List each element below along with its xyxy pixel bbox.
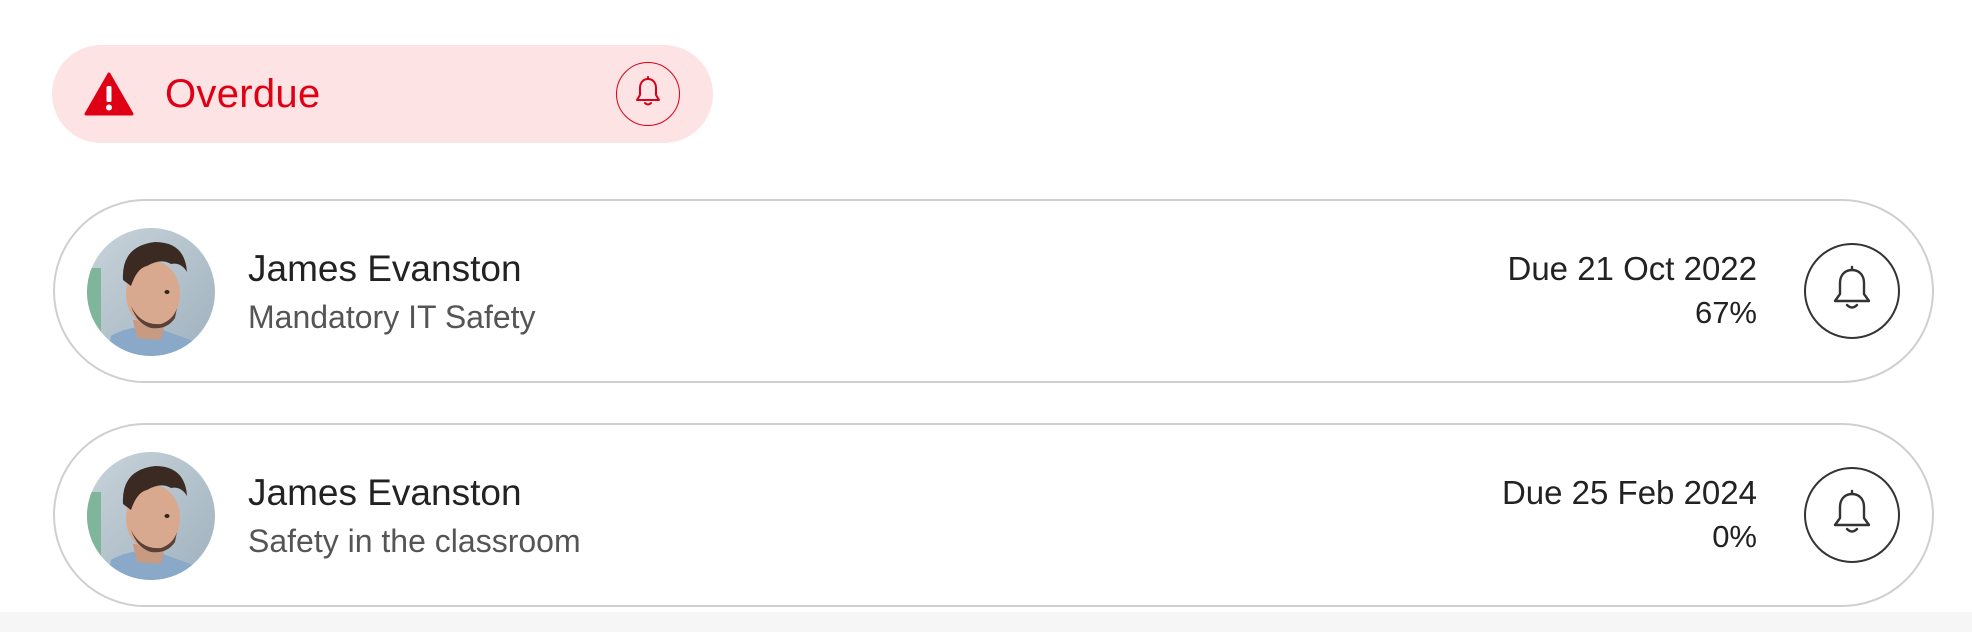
assignee-name: James Evanston [248,248,522,289]
overdue-assignments-page: Overdue James Evanston Mandatory IT Safe… [0,0,1972,632]
overdue-label: Overdue [165,72,321,116]
course-title: Safety in the classroom [248,523,581,559]
bell-icon [1830,488,1874,543]
due-date: Due 21 Oct 2022 [1507,250,1758,287]
assignee-name: James Evanston [248,472,522,513]
assignment-card[interactable]: James Evanston Mandatory IT Safety Due 2… [53,199,1934,383]
assignment-card[interactable]: James Evanston Safety in the classroom D… [53,423,1934,607]
avatar [87,452,215,580]
remind-button[interactable] [1804,243,1900,339]
avatar [87,228,215,356]
bell-icon [633,75,663,113]
course-title: Mandatory IT Safety [248,299,536,335]
bell-icon [1830,264,1874,319]
progress-percent: 0% [1712,519,1757,554]
warning-triangle-icon [84,72,134,116]
due-date: Due 25 Feb 2024 [1501,474,1757,511]
overdue-banner: Overdue [52,45,713,143]
remind-button[interactable] [1804,467,1900,563]
overdue-remind-all-button[interactable] [616,62,680,126]
bottom-divider [0,612,1972,632]
progress-percent: 67% [1694,295,1757,330]
